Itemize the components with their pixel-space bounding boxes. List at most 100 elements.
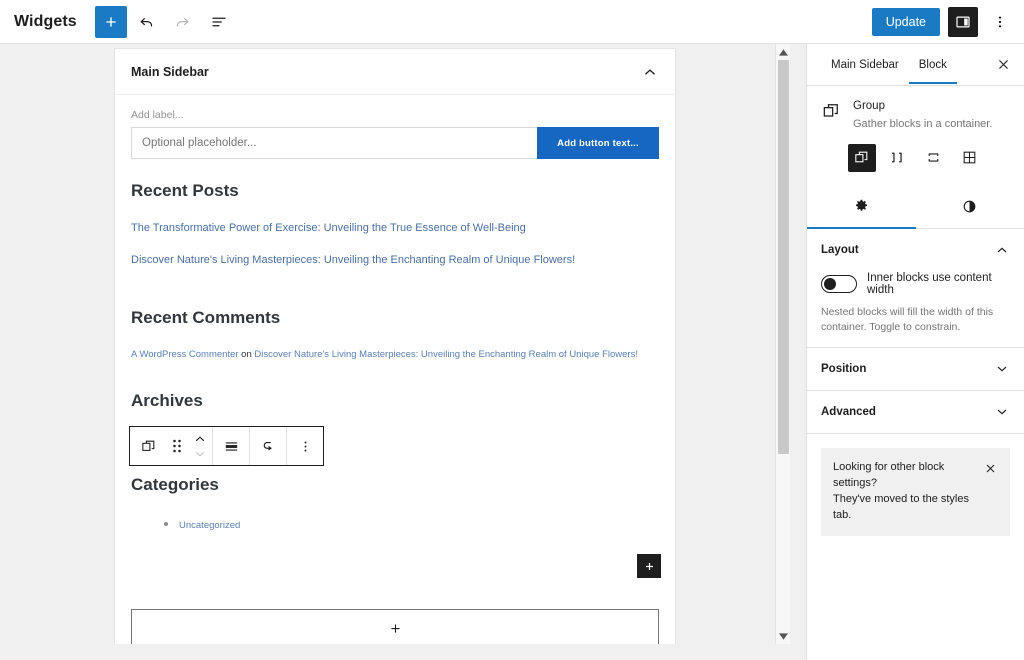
change-alignment-button[interactable] bbox=[213, 427, 249, 465]
transform-block-button[interactable] bbox=[250, 427, 286, 465]
inner-blocks-content-width-row: Inner blocks use content width bbox=[821, 272, 1010, 296]
chevron-down-icon-glyph bbox=[997, 366, 1007, 372]
tab-settings[interactable] bbox=[807, 186, 916, 229]
more-options-button[interactable] bbox=[986, 7, 1014, 37]
close-inspector-button[interactable] bbox=[990, 52, 1016, 78]
panel-advanced-title: Advanced bbox=[821, 406, 876, 419]
block-toolbar bbox=[129, 426, 324, 466]
recent-comment-item[interactable]: A WordPress Commenter on Discover Nature… bbox=[131, 348, 659, 361]
close-x-icon bbox=[998, 60, 1008, 69]
undo-button[interactable] bbox=[131, 6, 163, 38]
block-toolbar-group-move bbox=[130, 427, 213, 465]
styles-tab-notice: Looking for other block settings? They'v… bbox=[821, 448, 1010, 536]
tab-block[interactable]: Block bbox=[908, 46, 958, 84]
chevron-down-icon[interactable] bbox=[994, 361, 1010, 377]
drag-dots-icon bbox=[173, 439, 181, 453]
panel-advanced: Advanced bbox=[807, 391, 1024, 435]
list-view-button[interactable] bbox=[203, 6, 235, 38]
panel-layout-title: Layout bbox=[821, 243, 859, 256]
canvas-scrollbar[interactable] bbox=[775, 44, 790, 644]
panel-position-title: Position bbox=[821, 363, 867, 376]
variation-row-button[interactable] bbox=[884, 144, 912, 172]
add-block-button[interactable] bbox=[94, 5, 127, 38]
inspector-tabs: Main Sidebar Block bbox=[807, 44, 1024, 86]
panel-layout: Layout Inner blocks use content width Ne… bbox=[807, 229, 1024, 349]
update-button[interactable]: Update bbox=[871, 7, 940, 36]
block-card-description: Gather blocks in a container. bbox=[853, 118, 993, 130]
comment-author: A WordPress Commenter bbox=[131, 348, 239, 360]
block-card-title: Group bbox=[853, 100, 885, 112]
scroll-up-button[interactable] bbox=[775, 44, 790, 60]
block-type-button[interactable] bbox=[130, 427, 166, 465]
inner-blocks-content-width-toggle[interactable] bbox=[821, 274, 857, 293]
tab-styles[interactable] bbox=[916, 186, 1024, 228]
header-right-tools: Update bbox=[871, 6, 1024, 37]
chevron-down-icon[interactable] bbox=[994, 404, 1010, 420]
tab-main-sidebar[interactable]: Main Sidebar bbox=[821, 46, 909, 83]
chevron-up-icon[interactable] bbox=[994, 242, 1010, 258]
block-toolbar-more bbox=[287, 427, 323, 465]
search-input[interactable] bbox=[131, 127, 537, 159]
settings-sidebar-toggle-button[interactable] bbox=[948, 6, 978, 37]
header-left-tools: Widgets bbox=[0, 5, 235, 38]
recent-post-link[interactable]: The Transformative Power of Exercise: Un… bbox=[131, 221, 659, 235]
panel-advanced-header[interactable]: Advanced bbox=[821, 404, 1010, 420]
variation-stack-button[interactable] bbox=[920, 144, 948, 172]
curved-arrow-icon bbox=[263, 441, 272, 450]
panel-position-header[interactable]: Position bbox=[821, 361, 1010, 377]
caret-down-icon bbox=[778, 632, 788, 640]
chevron-down-icon-glyph bbox=[997, 409, 1007, 415]
styles-tab-notice-text: Looking for other block settings? They'v… bbox=[833, 460, 976, 524]
widget-blocks-container: Add label... Add button text... Recent P… bbox=[115, 95, 675, 587]
scrollbar-thumb[interactable] bbox=[777, 60, 789, 454]
editor-body: Main Sidebar Add label... Add button tex… bbox=[0, 44, 1024, 660]
recent-posts-heading: Recent Posts bbox=[131, 181, 239, 200]
categories-heading: Categories bbox=[131, 474, 219, 494]
panel-position: Position bbox=[807, 348, 1024, 392]
inspector-setting-tabs bbox=[807, 186, 1024, 229]
block-appender-button[interactable] bbox=[131, 608, 659, 644]
comment-post-title: Discover Nature's Living Masterpieces: U… bbox=[254, 348, 638, 360]
widget-area-collapse-button[interactable] bbox=[641, 63, 659, 81]
half-circle-icon bbox=[963, 200, 976, 213]
list-item[interactable]: Uncategorized bbox=[179, 515, 659, 533]
block-drag-handle[interactable] bbox=[166, 427, 188, 465]
block-variations bbox=[807, 142, 1024, 186]
variation-grid-button[interactable] bbox=[956, 144, 984, 172]
search-block[interactable]: Add label... Add button text... bbox=[131, 109, 659, 159]
panel-layout-header[interactable]: Layout bbox=[821, 242, 1010, 258]
editor-canvas-region: Main Sidebar Add label... Add button tex… bbox=[0, 44, 790, 644]
recent-post-link[interactable]: Discover Nature's Living Masterpieces: U… bbox=[131, 253, 659, 267]
align-full-width-icon bbox=[225, 441, 237, 451]
recent-comments-heading: Recent Comments bbox=[131, 307, 281, 327]
toggle-knob bbox=[824, 277, 836, 290]
inline-block-inserter-button[interactable] bbox=[637, 554, 661, 578]
block-card: Group Gather blocks in a container. bbox=[807, 86, 1024, 142]
move-block-down-button[interactable] bbox=[188, 447, 212, 461]
scrollbar-track[interactable] bbox=[776, 60, 791, 628]
list-view-icon bbox=[212, 17, 226, 26]
chevron-up-icon bbox=[195, 435, 205, 441]
move-block-up-button[interactable] bbox=[188, 432, 212, 446]
block-card-text: Group Gather blocks in a container. bbox=[853, 100, 992, 132]
inner-blocks-content-width-help: Nested blocks will fill the width of thi… bbox=[821, 305, 994, 333]
page-title: Widgets bbox=[14, 12, 77, 30]
block-toolbar-transform bbox=[250, 427, 287, 465]
redo-button[interactable] bbox=[167, 6, 199, 38]
category-link[interactable]: Uncategorized bbox=[179, 520, 240, 531]
search-submit-button[interactable]: Add button text... bbox=[537, 127, 659, 159]
group-block-icon bbox=[141, 440, 154, 451]
scroll-down-button[interactable] bbox=[775, 628, 790, 644]
editor-header: Widgets Update bbox=[0, 0, 1024, 44]
chevron-up-icon bbox=[645, 68, 655, 75]
chevron-down-icon bbox=[195, 451, 205, 457]
block-options-button[interactable] bbox=[287, 427, 323, 465]
caret-up-icon bbox=[778, 48, 788, 56]
plus-icon bbox=[645, 562, 653, 570]
dismiss-notice-button[interactable] bbox=[982, 460, 998, 476]
search-label-placeholder[interactable]: Add label... bbox=[131, 109, 659, 121]
variation-group-button[interactable] bbox=[847, 143, 876, 172]
widget-area-header: Main Sidebar bbox=[115, 49, 675, 95]
